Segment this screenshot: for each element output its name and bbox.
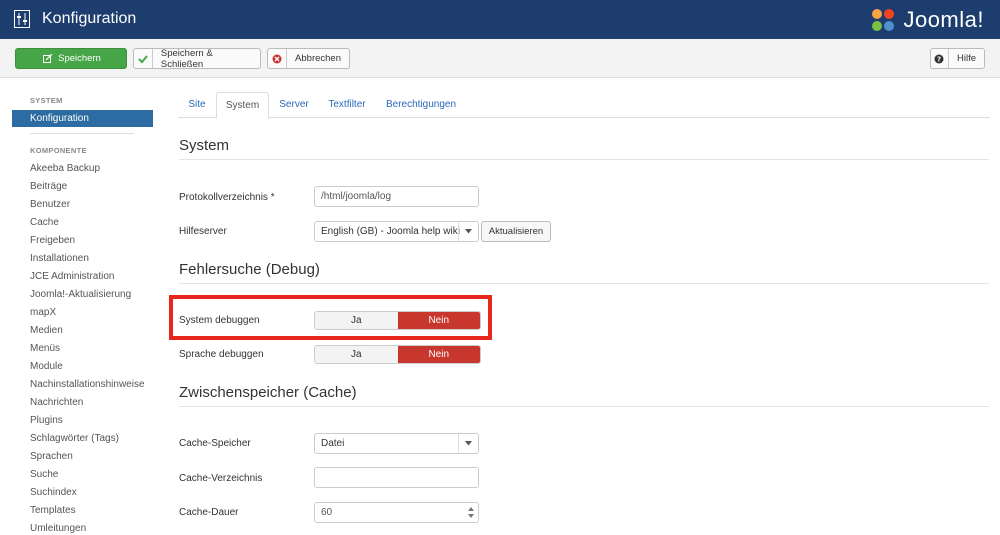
sidebar-item[interactable]: Menüs [30, 343, 60, 354]
sidebar-item[interactable]: Nachinstallationshinweise [30, 379, 145, 390]
sidebar-item[interactable]: Installationen [30, 253, 89, 264]
cache-time-value: 60 [321, 507, 333, 518]
highlight-box [169, 295, 492, 340]
cache-handler-select[interactable]: Datei [314, 433, 479, 454]
section-divider [179, 159, 989, 160]
spinner-arrows-icon[interactable] [468, 507, 474, 518]
save-label: Speichern [58, 53, 101, 64]
sidebar-item[interactable]: Suche [30, 469, 58, 480]
tab-bar: Site System Server Textfilter Berechtigu… [178, 92, 990, 119]
help-label: Hilfe [956, 53, 976, 64]
sidebar-item[interactable]: Suchindex [30, 487, 77, 498]
brand-name: Joomla! [903, 7, 984, 32]
cache-handler-label: Cache-Speicher [179, 438, 251, 449]
joomla-logo-icon [872, 9, 895, 31]
language-debug-label: Sprache debuggen [179, 349, 264, 360]
svg-text:?: ? [937, 55, 941, 63]
cancel-button[interactable]: Abbrechen [267, 48, 350, 69]
sidebar-item-konfiguration[interactable]: Konfiguration [12, 110, 153, 127]
configuration-icon [14, 10, 30, 28]
cache-path-label: Cache-Verzeichnis [179, 473, 263, 484]
sidebar-item[interactable]: Sprachen [30, 451, 73, 462]
cache-time-input[interactable]: 60 [314, 502, 479, 523]
tab-site[interactable]: Site [178, 92, 216, 118]
sidebar-heading-components: KOMPONENTE [30, 146, 87, 155]
sidebar-item[interactable]: Umleitungen [30, 523, 86, 534]
sidebar-item[interactable]: Plugins [30, 415, 63, 426]
joomla-logo[interactable]: Joomla! [869, 6, 984, 34]
sidebar-item[interactable]: JCE Administration [30, 271, 114, 282]
sidebar-item[interactable]: Freigeben [30, 235, 75, 246]
sidebar-heading-system: SYSTEM [30, 96, 63, 105]
section-title-debug: Fehlersuche (Debug) [179, 261, 320, 278]
sidebar-item[interactable]: Benutzer [30, 199, 70, 210]
sidebar-item[interactable]: mapX [30, 307, 56, 318]
header-bar: Konfiguration Joomla! [0, 0, 1000, 39]
caret-down-icon [458, 434, 478, 453]
save-close-label: Speichern & Schließen [160, 47, 213, 70]
save-close-button[interactable]: Speichern & Schließen [133, 47, 261, 70]
sidebar-item[interactable]: Templates [30, 505, 76, 516]
log-path-input[interactable]: /html/joomla/log [314, 186, 479, 207]
tab-system[interactable]: System [216, 92, 269, 119]
tab-server[interactable]: Server [269, 92, 319, 118]
update-button[interactable]: Aktualisieren [481, 221, 551, 242]
page-title: Konfiguration [42, 10, 137, 27]
sidebar-item[interactable]: Cache [30, 217, 59, 228]
language-debug-yes-option[interactable]: Ja [315, 346, 398, 363]
language-debug-toggle: Ja Nein [314, 345, 481, 364]
sidebar-item[interactable]: Akeeba Backup [30, 163, 100, 174]
section-title-system: System [179, 137, 230, 154]
section-title-cache: Zwischenspeicher (Cache) [179, 384, 357, 401]
sidebar-item[interactable]: Nachrichten [30, 397, 83, 408]
edit-icon [41, 49, 55, 68]
sidebar-item[interactable]: Joomla!-Aktualisierung [30, 289, 131, 300]
help-server-value: English (GB) - Joomla help wiki [321, 226, 460, 237]
sidebar-item[interactable]: Medien [30, 325, 63, 336]
sidebar-item[interactable]: Module [30, 361, 63, 372]
toolbar: Speichern Speichern & Schließen Abbreche… [0, 39, 1000, 78]
sidebar-item[interactable]: Schlagwörter (Tags) [30, 433, 119, 444]
cache-time-label: Cache-Dauer [179, 507, 239, 518]
check-icon [134, 49, 153, 68]
log-path-label: Protokollverzeichnis * [179, 192, 275, 203]
sidebar-divider [30, 133, 134, 134]
section-divider [179, 406, 989, 407]
question-icon: ? [931, 49, 949, 68]
cache-path-input[interactable] [314, 467, 479, 488]
section-divider [179, 283, 989, 284]
cache-handler-value: Datei [321, 438, 345, 449]
tab-permissions[interactable]: Berechtigungen [375, 92, 467, 118]
cancel-label: Abbrechen [295, 53, 341, 64]
help-server-label: Hilfeserver [179, 226, 227, 237]
language-debug-no-option[interactable]: Nein [397, 346, 480, 363]
save-button[interactable]: Speichern [15, 48, 127, 69]
tab-textfilter[interactable]: Textfilter [319, 92, 375, 118]
help-server-select[interactable]: English (GB) - Joomla help wiki [314, 221, 479, 242]
cancel-icon [268, 49, 288, 68]
sidebar-item[interactable]: Beiträge [30, 181, 67, 192]
help-button[interactable]: ? Hilfe [930, 48, 985, 69]
caret-down-icon [458, 222, 478, 241]
